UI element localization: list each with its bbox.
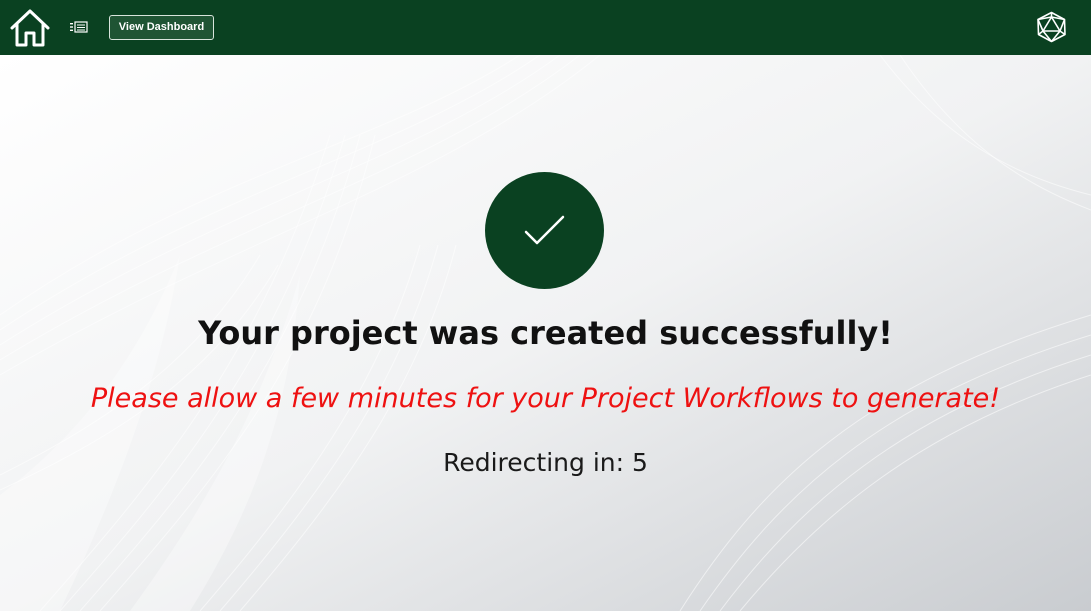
redirect-count: 5: [631, 448, 648, 477]
check-icon: [524, 215, 565, 245]
success-title: Your project was created successfully!: [198, 314, 893, 352]
view-dashboard-button[interactable]: View Dashboard: [109, 15, 214, 40]
list-icon[interactable]: [70, 20, 88, 34]
success-page: View Dashboard Your project was created …: [0, 0, 1091, 611]
main-content: Your project was created successfully! P…: [0, 55, 1091, 611]
top-bar: View Dashboard: [0, 0, 1091, 55]
redirect-countdown: Redirecting in: 5: [0, 448, 1091, 477]
workflow-note: Please allow a few minutes for your Proj…: [90, 383, 1001, 414]
redirect-label: Redirecting in:: [443, 448, 625, 477]
polyhedron-logo-icon: [1036, 11, 1067, 43]
home-icon: [10, 9, 50, 47]
home-button[interactable]: [9, 8, 51, 48]
success-badge: [485, 172, 604, 289]
